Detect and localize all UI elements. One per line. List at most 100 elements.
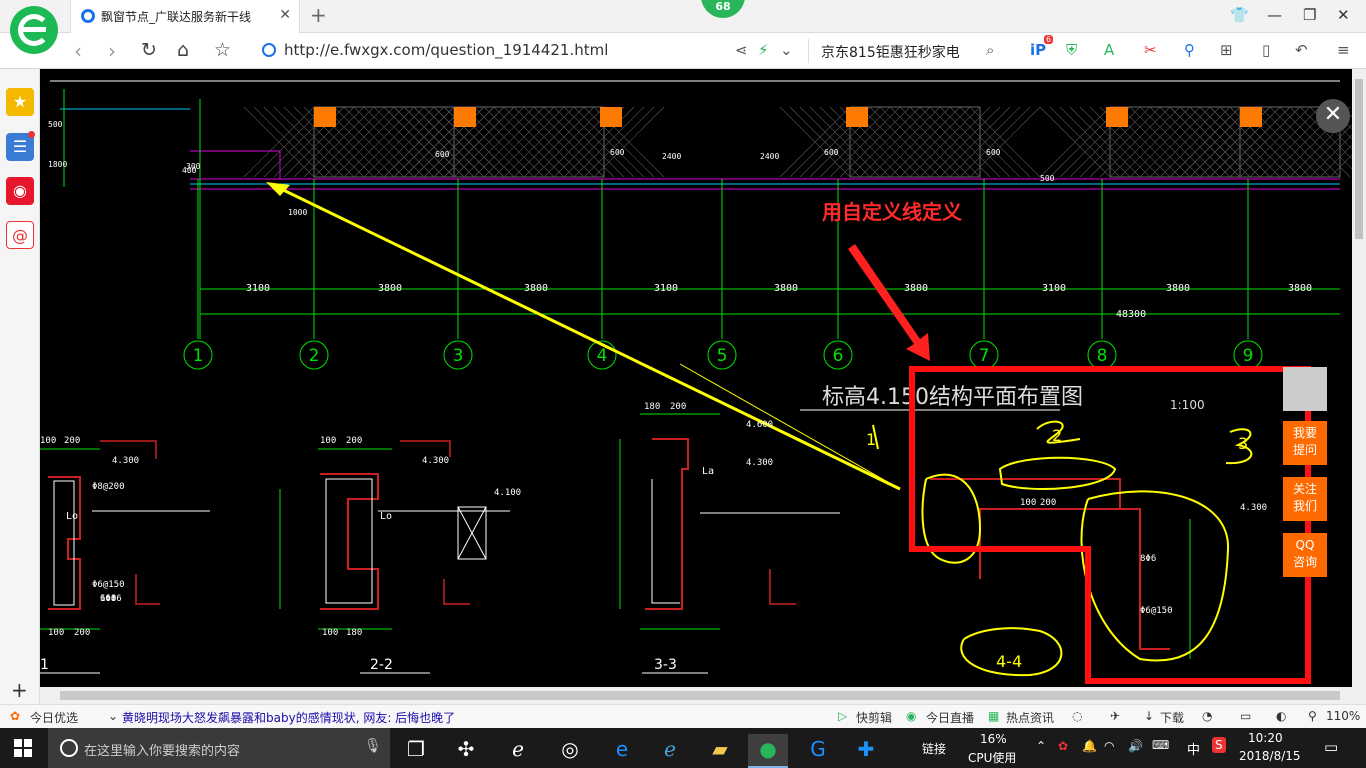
site-favicon-icon (81, 9, 95, 23)
close-image-button[interactable]: ✕ (1316, 99, 1350, 133)
taskbar-search[interactable]: 在这里输入你要搜索的内容 🎙 (48, 728, 390, 768)
action-center-icon[interactable]: ▭ (1324, 738, 1338, 756)
quick-edit-link[interactable]: 快剪辑 (856, 709, 892, 726)
magnifier-icon[interactable]: ⚲ (1184, 41, 1195, 59)
side-label: Lo (380, 511, 392, 522)
music-icon[interactable]: ◔ (1202, 709, 1212, 723)
live-link[interactable]: 今日直播 (926, 709, 974, 726)
volume-icon[interactable]: 🔊 (1128, 739, 1143, 753)
undo-icon[interactable]: ↶ (1295, 41, 1308, 59)
wifi-icon[interactable]: ◠ (1104, 739, 1114, 753)
span-dimension: 3100 (1042, 283, 1066, 294)
ie-e-icon[interactable]: ℯ (498, 734, 538, 768)
plus-app-icon[interactable]: ✚ (846, 734, 886, 768)
apps-grid-icon[interactable]: ⊞ (1220, 41, 1233, 59)
top-dimension: 600 (824, 148, 839, 157)
horizontal-scroll-thumb[interactable] (60, 691, 1340, 700)
windows-taskbar: 在这里输入你要搜索的内容 🎙 ❐ ✣ ℯ ◎ e ℯ ▰ ● G ✚ 链接 16… (0, 728, 1366, 768)
scroll-top-button[interactable] (1283, 367, 1327, 411)
add-sidebar-icon[interactable]: + (11, 678, 28, 702)
link-label[interactable]: 链接 (922, 740, 946, 757)
home-icon[interactable]: ⌂ (177, 39, 189, 61)
new-tab-button[interactable]: + (310, 3, 327, 27)
side-label: La (702, 466, 714, 477)
ask-question-button[interactable]: 我要 提问 (1283, 421, 1327, 465)
section-title: 1 (40, 657, 49, 673)
clock-date[interactable]: 2018/8/15 (1239, 749, 1301, 763)
search-box[interactable]: 京东815钜惠狂秒家电 (808, 39, 1008, 63)
browser-logo-icon[interactable] (10, 6, 58, 54)
top-dimension: 1000 (288, 208, 307, 217)
share-icon[interactable]: ⋖ (735, 41, 748, 59)
plan-title: 标高4.150结构平面布置图 (822, 385, 1083, 410)
minimize-button[interactable]: — (1267, 6, 1282, 24)
favorite-star-icon[interactable]: ☆ (214, 39, 231, 61)
refresh-icon[interactable]: ↻ (141, 39, 157, 61)
file-explorer-icon[interactable]: ▰ (700, 734, 740, 768)
close-window-button[interactable]: ✕ (1337, 6, 1350, 24)
keyboard-icon[interactable]: ⌨ (1152, 738, 1169, 752)
phone-icon[interactable]: ▯ (1262, 41, 1270, 59)
glodon-icon[interactable]: G (798, 734, 838, 768)
vertical-scrollbar[interactable] (1352, 69, 1366, 687)
restore-button[interactable]: ❐ (1303, 6, 1316, 24)
edge-icon[interactable]: e (602, 734, 642, 768)
clock-time[interactable]: 10:20 (1248, 731, 1283, 745)
flower-tray-icon[interactable]: ✿ (1058, 739, 1068, 753)
hot-news-link[interactable]: 热点资讯 (1006, 709, 1054, 726)
bell-icon[interactable]: 🔔 (1082, 739, 1097, 753)
pin-icon[interactable]: ✈ (1110, 709, 1120, 723)
back-icon[interactable]: ‹ (74, 39, 82, 63)
url-field[interactable]: http://e.fwxgx.com/question_1914421.html (262, 39, 802, 63)
window-icon[interactable]: ▭ (1240, 709, 1251, 723)
star-icon[interactable]: ★ (6, 88, 34, 116)
today-picks-link[interactable]: 今日优选 (30, 709, 78, 726)
extension-ip-icon[interactable]: iP (1030, 41, 1046, 59)
elevation-label: 4.300 (422, 456, 449, 466)
forward-icon[interactable]: › (108, 39, 116, 63)
live-icon: ◉ (906, 709, 917, 723)
browser-app-icon[interactable]: ● (748, 734, 788, 768)
chevron-down-icon[interactable]: ⌄ (108, 709, 118, 723)
translate-icon[interactable]: A (1104, 41, 1114, 59)
skin-icon[interactable]: 👕 (1230, 6, 1249, 24)
close-tab-icon[interactable]: ✕ (279, 7, 291, 23)
windows-start-icon[interactable] (14, 739, 32, 757)
follow-us-button[interactable]: 关注 我们 (1283, 477, 1327, 521)
sound-icon[interactable]: ◐ (1276, 709, 1286, 723)
shield-icon[interactable]: ⛨ (1066, 41, 1077, 59)
download-link[interactable]: 下载 (1160, 709, 1184, 726)
speed-badge[interactable]: 68 (701, 0, 745, 18)
top-dimension: 400 (182, 166, 197, 175)
vertical-scroll-thumb[interactable] (1355, 79, 1363, 239)
zoom-level[interactable]: 110% (1326, 709, 1360, 723)
news-ticker-link[interactable]: 黄晓明现场大怒发飙暴露和baby的感情现状, 网友: 后悔也晚了 (122, 709, 455, 726)
browser-tab[interactable]: 飘窗节点_广联达服务新干线 ✕ (70, 0, 300, 33)
weibo-icon[interactable]: ◉ (6, 177, 34, 205)
chevron-down-icon[interactable]: ⌄ (780, 41, 793, 59)
speed-icon[interactable]: ◌ (1072, 709, 1082, 723)
qq-consult-button[interactable]: QQ 咨询 (1283, 533, 1327, 577)
horizontal-scrollbar[interactable] (40, 687, 1366, 704)
section-dimension: 180 (644, 402, 660, 412)
span-dimension: 3800 (378, 283, 402, 294)
address-bar: ‹ › ↻ ⌂ ☆ http://e.fwxgx.com/question_19… (0, 33, 1366, 69)
cpu-percent: 16% (980, 732, 1007, 746)
menu-icon[interactable]: ≡ (1337, 41, 1350, 59)
fan-app-icon[interactable]: ✣ (446, 734, 486, 768)
sogou-icon[interactable]: ◎ (550, 734, 590, 768)
internet-explorer-icon[interactable]: ℯ (650, 734, 690, 768)
search-icon[interactable]: ⌕ (986, 41, 994, 59)
mail-icon[interactable]: @ (6, 221, 34, 249)
top-dimension: 2400 (760, 152, 779, 161)
chevron-up-icon[interactable]: ⌃ (1036, 739, 1046, 753)
microphone-icon[interactable]: 🎙 (364, 738, 382, 754)
sogou-ime-icon[interactable]: S (1212, 737, 1226, 753)
scissors-icon[interactable]: ✂ (1144, 41, 1157, 59)
lightning-icon[interactable]: ⚡ (758, 41, 769, 59)
section-dimension: 200 (74, 628, 90, 638)
top-dimension: 500 (1040, 174, 1055, 183)
zoom-icon[interactable]: ⚲ (1308, 709, 1317, 723)
ime-indicator[interactable]: 中 (1187, 739, 1200, 758)
task-view-icon[interactable]: ❐ (396, 734, 436, 768)
